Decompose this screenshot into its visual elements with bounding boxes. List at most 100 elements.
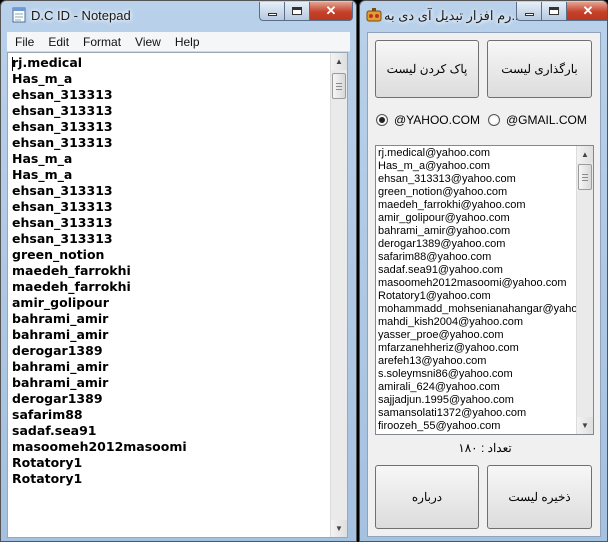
clear-list-button[interactable]: پاک کردن لیست <box>375 40 479 98</box>
list-item[interactable]: mohammadd_mohsenianahangar@yahoo.com <box>378 303 577 316</box>
text-line: ehsan_313313 <box>12 87 113 102</box>
scroll-thumb[interactable] <box>578 164 592 190</box>
text-line: bahrami_amir <box>12 375 109 390</box>
close-icon: ✕ <box>325 3 337 18</box>
list-item[interactable]: Rotatory1@yahoo.com <box>378 290 577 303</box>
minimize-icon <box>524 12 534 16</box>
list-item[interactable]: derogar1389@yahoo.com <box>378 238 577 251</box>
list-item[interactable]: maedeh_farrokhi@yahoo.com <box>378 199 577 212</box>
text-caret <box>12 57 13 71</box>
menu-edit[interactable]: Edit <box>41 32 76 52</box>
scroll-up-button[interactable]: ▲ <box>331 53 347 70</box>
menu-format[interactable]: Format <box>76 32 128 52</box>
yahoo-radio-label: @YAHOO.COM <box>394 113 480 127</box>
scroll-thumb[interactable] <box>332 73 346 99</box>
text-line: ehsan_313313 <box>12 135 113 150</box>
arrow-up-icon: ▲ <box>335 57 343 66</box>
gmail-radio[interactable]: @GMAIL.COM <box>488 113 587 127</box>
notepad-text-area[interactable]: rj.medical Has_m_a ehsan_313313 ehsan_31… <box>7 52 348 538</box>
list-item[interactable]: samansolati1372@yahoo.com <box>378 407 577 420</box>
notepad-scrollbar[interactable]: ▲ ▼ <box>330 53 347 537</box>
app-icon <box>366 7 382 23</box>
converter-title: ...رم افزار تبدیل آی دی به <box>384 8 523 23</box>
count-label: تعداد : ۱۸۰ <box>458 441 512 455</box>
maximize-icon <box>549 7 559 15</box>
notepad-icon <box>11 7 27 23</box>
text-line: Has_m_a <box>12 71 73 86</box>
list-item[interactable]: Has_m_a@yahoo.com <box>378 160 577 173</box>
list-item[interactable]: arefeh13@yahoo.com <box>378 355 577 368</box>
yahoo-radio[interactable]: @YAHOO.COM <box>376 113 480 127</box>
text-line: sadaf.sea91 <box>12 423 97 438</box>
text-line: ehsan_313313 <box>12 103 113 118</box>
list-item[interactable]: yasser_proe@yahoo.com <box>378 329 577 342</box>
text-line: ehsan_313313 <box>12 183 113 198</box>
email-listbox[interactable]: rj.medical@yahoo.com Has_m_a@yahoo.com e… <box>375 145 594 435</box>
list-item[interactable]: ehsan_313313@yahoo.com <box>378 173 577 186</box>
close-button[interactable]: ✕ <box>310 2 353 21</box>
menu-help[interactable]: Help <box>168 32 207 52</box>
minimize-button[interactable] <box>259 2 285 21</box>
text-line: Rotatory1 <box>12 455 83 470</box>
list-item[interactable]: sajjadjun.1995@yahoo.com <box>378 394 577 407</box>
text-line: ehsan_313313 <box>12 215 113 230</box>
close-icon: ✕ <box>582 3 594 18</box>
radio-checked-icon <box>376 114 388 126</box>
text-line: safarim88 <box>12 407 83 422</box>
list-item[interactable]: green_notion@yahoo.com <box>378 186 577 199</box>
menu-file[interactable]: File <box>7 32 41 52</box>
text-line: ehsan_313313 <box>12 119 113 134</box>
text-line: derogar1389 <box>12 391 103 406</box>
notepad-menubar: File Edit Format View Help <box>7 32 350 52</box>
list-item[interactable]: mahdi_kish2004@yahoo.com <box>378 316 577 329</box>
notepad-window: D.C ID - Notepad ✕ File Edit Format View… <box>0 0 357 542</box>
text-line: derogar1389 <box>12 343 103 358</box>
scroll-down-button[interactable]: ▼ <box>577 417 593 434</box>
text-line: green_notion <box>12 247 105 262</box>
converter-window: ...رم افزار تبدیل آی دی به ✕ پاک کردن لی… <box>359 0 608 542</box>
gmail-radio-label: @GMAIL.COM <box>506 113 587 127</box>
arrow-up-icon: ▲ <box>581 150 589 159</box>
about-button[interactable]: درباره <box>375 465 479 529</box>
maximize-icon <box>292 7 302 15</box>
notepad-titlebar[interactable]: D.C ID - Notepad ✕ <box>1 1 356 31</box>
save-list-button[interactable]: ذخیره لیست <box>487 465 592 529</box>
list-item[interactable]: rj.medical@yahoo.com <box>378 147 577 160</box>
text-line: Has_m_a <box>12 167 73 182</box>
menu-view[interactable]: View <box>128 32 168 52</box>
list-item[interactable]: amir_golipour@yahoo.com <box>378 212 577 225</box>
text-line: rj.medical <box>12 55 83 70</box>
maximize-button[interactable] <box>542 2 567 21</box>
scroll-up-button[interactable]: ▲ <box>577 146 593 163</box>
list-item[interactable]: bahrami_amir@yahoo.com <box>378 225 577 238</box>
list-item[interactable]: s.soleymsni86@yahoo.com <box>378 368 577 381</box>
list-item[interactable]: masoomeh2012masoomi@yahoo.com <box>378 277 577 290</box>
radio-unchecked-icon <box>488 114 500 126</box>
close-button[interactable]: ✕ <box>567 2 607 21</box>
list-item[interactable]: firoozeh_55@yahoo.com <box>378 420 577 433</box>
load-list-button[interactable]: بارگذاری لیست <box>487 40 592 98</box>
text-line: bahrami_amir <box>12 359 109 374</box>
list-item[interactable]: amirali_624@yahoo.com <box>378 381 577 394</box>
list-item[interactable]: mfarzanehheriz@yahoo.com <box>378 342 577 355</box>
text-line: bahrami_amir <box>12 327 109 342</box>
text-line: ehsan_313313 <box>12 199 113 214</box>
listbox-scrollbar[interactable]: ▲ ▼ <box>576 146 593 434</box>
converter-titlebar[interactable]: ...رم افزار تبدیل آی دی به ✕ <box>360 1 607 31</box>
text-line: Rotatory1 <box>12 471 83 486</box>
minimize-icon <box>267 12 277 16</box>
list-item[interactable]: sadaf.sea91@yahoo.com <box>378 264 577 277</box>
text-line: bahrami_amir <box>12 311 109 326</box>
maximize-button[interactable] <box>285 2 310 21</box>
list-item[interactable]: safarim88@yahoo.com <box>378 251 577 264</box>
text-line: maedeh_farrokhi <box>12 279 131 294</box>
text-line: Has_m_a <box>12 151 73 166</box>
minimize-button[interactable] <box>516 2 542 21</box>
scroll-down-button[interactable]: ▼ <box>331 520 347 537</box>
text-line: masoomeh2012masoomi <box>12 439 187 454</box>
text-line: maedeh_farrokhi <box>12 263 131 278</box>
arrow-down-icon: ▼ <box>581 421 589 430</box>
arrow-down-icon: ▼ <box>335 524 343 533</box>
email-list: rj.medical@yahoo.com Has_m_a@yahoo.com e… <box>378 147 577 433</box>
converter-client-area: پاک کردن لیست بارگذاری لیست @YAHOO.COM @… <box>367 32 601 537</box>
